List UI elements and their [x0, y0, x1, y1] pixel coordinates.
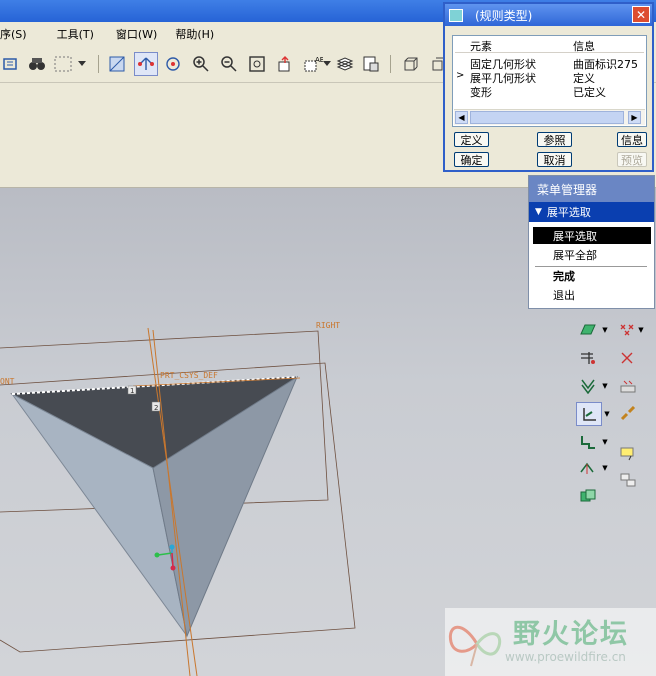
layers-icon[interactable]	[334, 53, 356, 75]
menu-item-help[interactable]: 帮助(H)	[168, 26, 221, 42]
menu-item-quit[interactable]: 退出	[533, 286, 651, 303]
menu-item-window[interactable]: 窗口(W)	[109, 26, 164, 42]
orient-icon[interactable]	[162, 53, 184, 75]
dropdown-arrow-icon[interactable]: ▼	[600, 320, 610, 340]
table-row[interactable]: 变形 已定义	[453, 84, 646, 99]
menu-item-flatten-select[interactable]: 展平选取	[533, 227, 651, 244]
dropdown-arrow-icon[interactable]: ▼	[600, 376, 610, 396]
datum-display-icon[interactable]	[134, 52, 158, 76]
trim-icon[interactable]	[578, 458, 598, 478]
menu-item-tools[interactable]: 工具(T)	[50, 26, 101, 42]
horizontal-scrollbar[interactable]: ◀ ▶	[454, 109, 645, 125]
note-icon[interactable]	[618, 444, 638, 464]
csys-label: PRT_CSYS_DEF	[160, 371, 218, 380]
info-button[interactable]: 信息	[617, 132, 647, 147]
dialog-app-icon	[449, 8, 463, 22]
toolbar-separator	[390, 55, 391, 73]
menu-item-flatten-all[interactable]: 展平全部	[533, 246, 651, 263]
menu-item-done[interactable]: 完成	[533, 267, 651, 284]
element-table: 元素 信息 固定几何形状 曲面标识275 > 展平几何形状 定义 变形 已定义 …	[452, 35, 647, 127]
datum-curve-icon[interactable]	[618, 348, 638, 368]
table-row-current[interactable]: > 展平几何形状 定义	[453, 70, 646, 85]
forum-watermark: 野火论坛 www.proewildfire.cn	[445, 608, 656, 676]
feature-toolbar: ▼ ▼ ▼ ▼ ▼ ▼	[572, 310, 656, 520]
relations-icon[interactable]	[618, 470, 638, 490]
saved-views-dropdown-icon[interactable]	[322, 53, 332, 75]
dropdown-arrow-icon[interactable]: ▼	[636, 320, 646, 340]
dropdown-arrow-icon[interactable]: ▼	[600, 432, 610, 452]
cancel-button[interactable]: 取消	[537, 152, 572, 167]
dialog-title-bar[interactable]: (规则类型)	[445, 4, 652, 26]
dropdown-arrow-icon[interactable]: ▼	[600, 458, 610, 478]
zoom-out-icon[interactable]	[218, 53, 240, 75]
merge-icon[interactable]	[578, 486, 598, 506]
regenerate-icon[interactable]	[0, 53, 22, 75]
plane-icon[interactable]	[578, 320, 598, 340]
sweep-icon[interactable]	[578, 432, 598, 452]
find-icon[interactable]	[26, 53, 48, 75]
reference-button[interactable]: 参照	[537, 132, 572, 147]
extrude-icon[interactable]	[578, 376, 598, 396]
menu-manager: 菜单管理器 ▼ 展平选取 展平选取 展平全部 完成 退出	[528, 175, 655, 309]
dialog-title: (规则类型)	[475, 8, 533, 23]
column-header-info: 信息	[573, 40, 595, 53]
menu-manager-submenu[interactable]: ▼ 展平选取	[529, 202, 654, 222]
dropdown-arrow-icon[interactable]: ▼	[602, 404, 612, 424]
table-row[interactable]: 固定几何形状 曲面标识275	[453, 56, 646, 71]
flatten-icon[interactable]	[576, 402, 602, 426]
toolbar-separator	[98, 55, 99, 73]
datum-label-front: ONT	[0, 377, 15, 386]
triangle-down-icon: ▼	[535, 207, 542, 217]
saved-views-icon[interactable]: AB	[302, 53, 324, 75]
refit-icon[interactable]	[246, 53, 268, 75]
column-header-element: 元素	[470, 40, 492, 53]
axis-icon[interactable]	[578, 348, 598, 368]
current-row-chevron-icon: >	[456, 70, 465, 81]
view-manager-icon[interactable]	[360, 53, 382, 75]
select-dropdown-icon[interactable]	[76, 53, 88, 75]
datum-label-right: RIGHT	[316, 321, 340, 330]
scrollbar-thumb[interactable]	[470, 111, 624, 124]
zoom-in-icon[interactable]	[190, 53, 212, 75]
chain-link-icon[interactable]	[618, 404, 638, 424]
ok-button[interactable]: 确定	[454, 152, 489, 167]
butterfly-logo-icon	[448, 625, 502, 667]
rule-type-dialog: (规则类型) ✕ 元素 信息 固定几何形状 曲面标识275 > 展平几何形状 定…	[443, 2, 654, 172]
menu-item-program[interactable]: 序(S)	[0, 26, 34, 42]
wireframe-icon[interactable]	[400, 53, 422, 75]
close-icon[interactable]: ✕	[632, 6, 650, 23]
datum-points-icon[interactable]	[618, 320, 638, 340]
reorient-icon[interactable]	[274, 53, 296, 75]
scroll-left-icon[interactable]: ◀	[455, 111, 468, 124]
shading-icon[interactable]	[106, 53, 128, 75]
row-element: 变形	[470, 86, 492, 99]
marker-1-label: 1	[130, 387, 134, 395]
define-button[interactable]: 定义	[454, 132, 489, 147]
row-info: 已定义	[573, 86, 606, 99]
watermark-url: www.proewildfire.cn	[505, 650, 626, 664]
preview-button: 预览	[617, 152, 647, 167]
menu-manager-title: 菜单管理器	[529, 176, 654, 202]
watermark-title: 野火论坛	[513, 619, 629, 650]
select-box-icon[interactable]	[52, 53, 74, 75]
sketch-points-icon[interactable]	[618, 376, 638, 396]
scroll-right-icon[interactable]: ▶	[628, 111, 641, 124]
marker-2-label: 2	[154, 404, 158, 412]
submenu-label: 展平选取	[546, 206, 591, 219]
